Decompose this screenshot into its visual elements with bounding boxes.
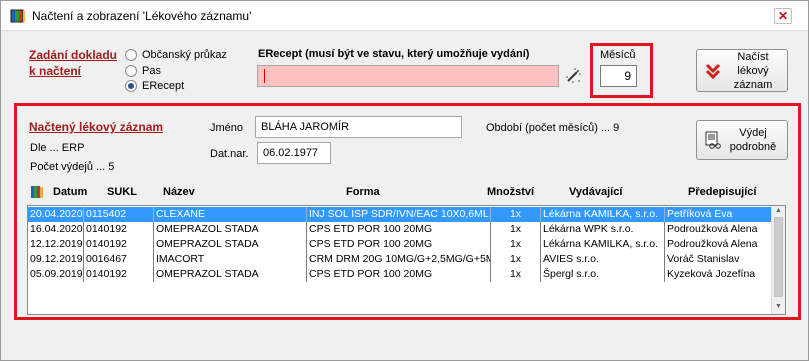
table-row[interactable]: 12.12.2019 0140192 OMEPRAZOL STADA CPS ETD … [28, 237, 773, 252]
zadani-heading-line2: k načtení [29, 64, 82, 78]
scroll-down-icon[interactable]: ▼ [775, 303, 782, 310]
cell-nazev: IMACORT [154, 252, 307, 267]
radio-label: ERecept [142, 80, 185, 92]
cell-datum: 12.12.2019 [30, 237, 84, 252]
close-button[interactable]: ✕ [766, 5, 800, 27]
cell-forma: CPS ETD POR 100 20MG [307, 237, 491, 252]
nacist-label-line1: Načíst lékový [737, 50, 769, 77]
cell-sukl: 0115402 [84, 207, 154, 222]
nacist-label-line2: záznam [733, 78, 773, 91]
erecept-label: ERecept (musí být ve stavu, který umožňu… [258, 48, 530, 60]
cell-datum: 20.04.2020 [30, 207, 84, 222]
window-title: Načtení a zobrazení 'Lékového záznamu' [32, 9, 252, 23]
cell-nazev: OMEPRAZOL STADA [154, 222, 307, 237]
dialog-window: Načtení a zobrazení 'Lékového záznamu' ✕… [0, 0, 809, 361]
cell-predepisujici: Petříková Eva [665, 207, 773, 222]
scroll-up-icon[interactable]: ▲ [775, 207, 782, 214]
col-datum[interactable]: Datum [53, 186, 87, 198]
nacist-button-label: Načíst lékový záznam [723, 50, 787, 92]
mesicu-input[interactable]: 9 [600, 65, 637, 87]
cell-mnozstvi: 1x [491, 237, 541, 252]
cell-sukl: 0140192 [84, 237, 154, 252]
cell-sukl: 0016467 [84, 252, 154, 267]
zaznam-heading[interactable]: Načtený lékový záznam [29, 119, 163, 135]
vydej-label-line1: Výdej [739, 127, 767, 139]
cell-predepisujici: Podroužková Alena [665, 222, 773, 237]
dle-text: Dle ... ERP [30, 142, 85, 154]
radio-obcansky[interactable]: Občanský průkaz [125, 48, 227, 62]
cell-vydavajici: Lékárna KAMILKA, s.r.o. [541, 207, 665, 222]
magic-wand-icon[interactable] [564, 67, 582, 85]
close-icon: ✕ [774, 8, 792, 24]
table-row[interactable]: 20.04.2020 0115402 CLEXANE INJ SOL ISP SDR/… [28, 207, 773, 222]
vydeje-table[interactable]: 20.04.2020 0115402 CLEXANE INJ SOL ISP SDR/… [27, 205, 786, 315]
vydej-podrobne-button[interactable]: Výdej podrobně [696, 120, 788, 160]
cell-nazev: OMEPRAZOL STADA [154, 237, 307, 252]
cell-forma: INJ SOL ISP SDR/IVN/EAC 10X0,6ML I [309, 207, 491, 222]
pocet-vydeju-text: Počet výdejů ... 5 [30, 161, 115, 173]
cell-datum: 16.04.2020 [30, 222, 84, 237]
zadani-heading-line1: Zadání dokladu [29, 48, 118, 62]
table-row[interactable]: 16.04.2020 0140192 OMEPRAZOL STADA CPS ETD … [28, 222, 773, 237]
cell-mnozstvi: 1x [491, 207, 541, 222]
table-row[interactable]: 05.09.2019 0140192 OMEPRAZOL STADA CPS ETD … [28, 267, 773, 282]
radio-label: Pas [142, 65, 161, 77]
document-glasses-icon [705, 131, 721, 149]
col-mnozstvi[interactable]: Množství [487, 186, 534, 198]
cell-predepisujici: Voráč Stanislav [665, 252, 773, 267]
cell-predepisujici: Kyzeková Jozefína [665, 267, 773, 282]
cell-forma: CPS ETD POR 100 20MG [307, 222, 491, 237]
radio-label: Občanský průkaz [142, 49, 227, 61]
text-caret [264, 69, 265, 83]
cell-nazev: OMEPRAZOL STADA [154, 267, 307, 282]
obdobi-text: Období (počet měsíců) ... 9 [486, 122, 620, 134]
cell-mnozstvi: 1x [491, 222, 541, 237]
radio-erecept[interactable]: ERecept [125, 79, 184, 93]
datnar-label: Dat.nar. [210, 148, 249, 160]
col-vydavajici[interactable]: Vydávající [569, 186, 622, 198]
col-nazev[interactable]: Název [163, 186, 195, 198]
jmeno-label: Jméno [210, 122, 244, 134]
scrollbar-thumb[interactable] [774, 217, 783, 297]
cell-datum: 09.12.2019 [30, 252, 84, 267]
title-bar: Načtení a zobrazení 'Lékového záznamu' ✕ [1, 1, 808, 31]
jmeno-field[interactable]: BLÁHA JAROMÍR [255, 116, 462, 138]
cell-forma: CPS ETD POR 100 20MG [307, 267, 491, 282]
cell-vydavajici: Lékárna WPK s.r.o. [541, 222, 665, 237]
cell-predepisujici: Podroužková Alena [665, 237, 773, 252]
mesicu-label: Měsíců [600, 49, 636, 61]
erecept-input[interactable] [257, 65, 559, 87]
app-book-icon [10, 9, 25, 23]
cell-sukl: 0140192 [84, 222, 154, 237]
col-predepisujici[interactable]: Předepisující [688, 186, 756, 198]
radio-button-checked[interactable] [125, 80, 137, 92]
cell-vydavajici: Špergl s.r.o. [541, 267, 665, 282]
zadani-heading[interactable]: Zadání dokladu k načtení [29, 47, 117, 79]
cell-nazev: CLEXANE [154, 207, 307, 222]
cell-datum: 05.09.2019 [30, 267, 84, 282]
vertical-scrollbar[interactable]: ▲ ▼ [771, 206, 785, 314]
radio-button[interactable] [125, 49, 137, 61]
cell-vydavajici: Lékárna KAMILKA, s.r.o. [541, 237, 665, 252]
radio-button[interactable] [125, 65, 137, 77]
table-header: Datum SUKL Název Forma Množství Vydávají… [27, 184, 786, 202]
datnar-field[interactable]: 06.02.1977 [257, 142, 331, 164]
vydej-button-label: Výdej podrobně [723, 126, 787, 154]
cell-mnozstvi: 1x [491, 267, 541, 282]
nacist-zaznam-button[interactable]: Načíst lékový záznam [696, 49, 788, 92]
cell-sukl: 0140192 [84, 267, 154, 282]
cell-vydavajici: AVIES s.r.o. [541, 252, 665, 267]
col-sukl[interactable]: SUKL [107, 186, 137, 198]
radio-pas[interactable]: Pas [125, 64, 161, 78]
cell-mnozstvi: 1x [491, 252, 541, 267]
col-forma[interactable]: Forma [346, 186, 380, 198]
table-row[interactable]: 09.12.2019 0016467 IMACORT CRM DRM 20G 10MG… [28, 252, 773, 267]
cell-forma: CRM DRM 20G 10MG/G+2,5MG/G+5M [309, 252, 491, 267]
vydej-label-line2: podrobně [729, 141, 777, 153]
double-chevron-down-icon [705, 63, 721, 79]
